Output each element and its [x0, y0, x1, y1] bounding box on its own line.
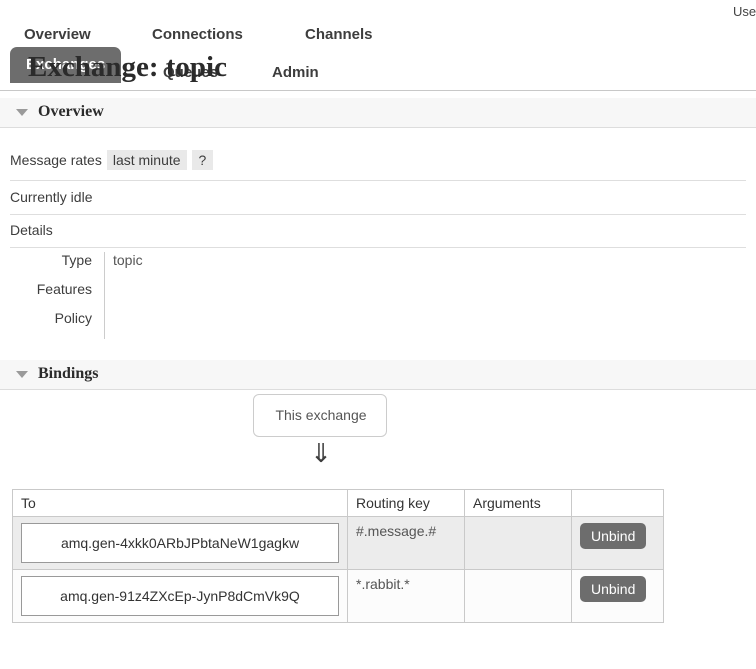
section-header-bindings[interactable]: Bindings [0, 360, 756, 390]
unbind-button[interactable]: Unbind [580, 523, 647, 549]
rabbitmq-management-page: Use Overview Connections Channels Exchan… [0, 0, 756, 669]
section-header-overview[interactable]: Overview [0, 98, 756, 128]
details-key-type: Type [61, 252, 92, 268]
page-title: Exchange: topic [28, 51, 227, 83]
column-header-actions [571, 489, 664, 517]
binding-destination-cell: amq.gen-91z4ZXcEp-JynP8dCmVk9Q [12, 569, 348, 623]
message-rates-label: Message rates [10, 152, 102, 168]
queue-name-box[interactable]: amq.gen-91z4ZXcEp-JynP8dCmVk9Q [21, 576, 339, 616]
details-key-policy: Policy [54, 310, 92, 326]
details-value-type: topic [113, 252, 143, 268]
bindings-table: To Routing key Arguments amq.gen-4xkk0AR… [12, 489, 664, 623]
this-exchange-box: This exchange [253, 394, 387, 437]
details-row-features: Features [0, 281, 300, 310]
column-header-routing-key: Routing key [347, 489, 465, 517]
chevron-down-icon[interactable] [16, 371, 28, 378]
queue-name-box[interactable]: amq.gen-4xkk0ARbJPbtaNeW1gagkw [21, 523, 339, 563]
details-label: Details [10, 222, 53, 238]
divider-after-rates [10, 180, 746, 181]
binding-destination-cell: amq.gen-4xkk0ARbJPbtaNeW1gagkw [12, 516, 348, 570]
divider-after-status [10, 214, 746, 215]
column-header-to: To [12, 489, 348, 517]
binding-routing-key-cell: #.message.# [347, 516, 465, 570]
unbind-button[interactable]: Unbind [580, 576, 647, 602]
bindings-table-header-row: To Routing key Arguments [12, 489, 664, 517]
details-row-type: Type topic [0, 252, 300, 281]
message-rates-period-chip[interactable]: last minute [106, 150, 187, 170]
binding-arguments-cell [464, 569, 572, 623]
section-title-bindings: Bindings [38, 365, 99, 382]
chevron-down-icon[interactable] [16, 109, 28, 116]
details-key-features: Features [36, 281, 92, 297]
details-table: Type topic Features Policy [0, 252, 300, 339]
binding-arguments-cell [464, 516, 572, 570]
nav-item-overview[interactable]: Overview [24, 26, 91, 43]
status-text: Currently idle [10, 189, 93, 205]
nav-item-channels[interactable]: Channels [305, 26, 373, 43]
table-row: amq.gen-91z4ZXcEp-JynP8dCmVk9Q *.rabbit.… [12, 569, 664, 623]
section-title-overview: Overview [38, 103, 104, 120]
nav-underline-divider [0, 90, 756, 91]
message-rates-row: Message rates last minute? [10, 150, 214, 170]
table-row: amq.gen-4xkk0ARbJPbtaNeW1gagkw #.message… [12, 516, 664, 570]
double-down-arrow-icon: ⇓ [310, 438, 332, 468]
nav-item-admin[interactable]: Admin [272, 64, 319, 81]
binding-action-cell: Unbind [571, 516, 664, 570]
binding-routing-key-cell: *.rabbit.* [347, 569, 465, 623]
divider-after-details-label [10, 247, 746, 248]
nav-item-connections[interactable]: Connections [152, 26, 243, 43]
binding-action-cell: Unbind [571, 569, 664, 623]
details-row-policy: Policy [0, 310, 300, 339]
user-label: Use [733, 4, 756, 19]
column-header-arguments: Arguments [464, 489, 572, 517]
this-exchange-label: This exchange [275, 407, 367, 423]
help-icon[interactable]: ? [191, 150, 214, 170]
